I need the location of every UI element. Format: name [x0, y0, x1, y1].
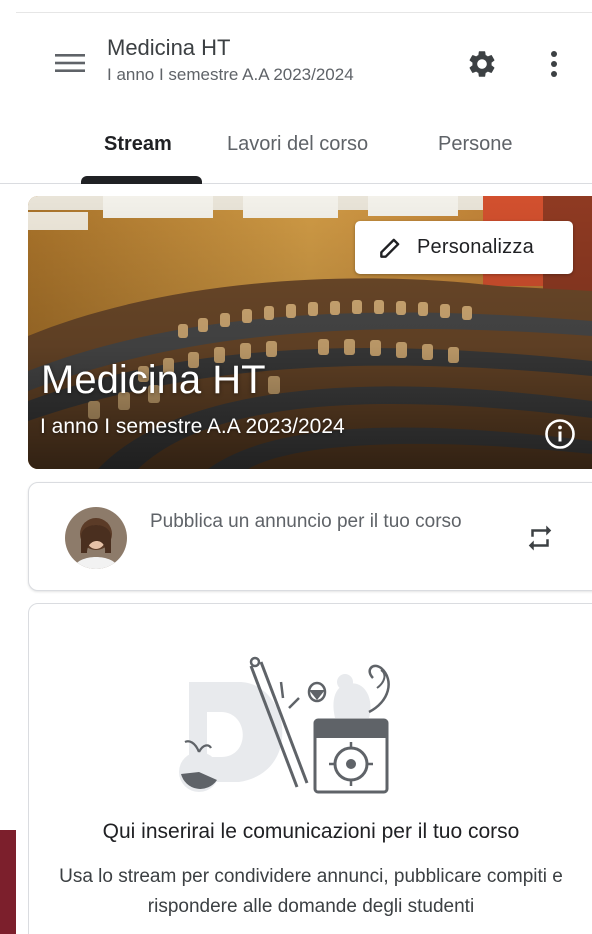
repost-button[interactable] [519, 517, 561, 559]
tab-persone[interactable]: Persone [438, 130, 513, 158]
empty-state-title: Qui inserirai le comunicazioni per il tu… [102, 820, 520, 843]
stream-empty-state: Qui inserirai le comunicazioni per il tu… [28, 603, 592, 934]
menu-button[interactable] [50, 47, 90, 79]
more-options-button[interactable] [534, 42, 574, 86]
course-title: Medicina HT [107, 35, 231, 60]
info-icon [545, 419, 575, 449]
announcement-placeholder: Pubblica un annuncio per il tuo corso [150, 511, 462, 532]
top-divider [16, 12, 592, 13]
avatar [65, 507, 127, 569]
tab-lavori-del-corso[interactable]: Lavori del corso [227, 130, 368, 158]
app-bar: Medicina HT I anno I semestre A.A 2023/2… [0, 14, 592, 110]
settings-button[interactable] [460, 42, 504, 86]
class-banner: Personalizza Medicina HT I anno I semest… [28, 196, 592, 469]
pencil-icon [380, 238, 400, 258]
empty-state-description: Usa lo stream per condividere annunci, p… [59, 866, 563, 917]
banner-subtitle: I anno I semestre A.A 2023/2024 [40, 415, 345, 438]
active-tab-indicator [81, 176, 202, 184]
class-info-button[interactable] [542, 416, 578, 452]
hamburger-menu-icon [55, 54, 85, 72]
course-subtitle: I anno I semestre A.A 2023/2024 [107, 65, 354, 84]
announcement-composer[interactable]: Pubblica un annuncio per il tuo corso [28, 482, 592, 591]
more-vert-icon [551, 51, 557, 77]
course-title-block: Medicina HT I anno I semestre A.A 2023/2… [107, 34, 354, 86]
gear-icon [469, 51, 495, 77]
stream-illustration [179, 656, 390, 794]
banner-title: Medicina HT [41, 358, 266, 402]
repost-icon [528, 525, 552, 551]
customize-label: Personalizza [417, 236, 534, 258]
tab-stream[interactable]: Stream [104, 130, 172, 158]
side-accent-strip [0, 830, 16, 934]
customize-button[interactable]: Personalizza [355, 221, 573, 274]
tab-bar: Stream Lavori del corso Persone [0, 110, 592, 184]
